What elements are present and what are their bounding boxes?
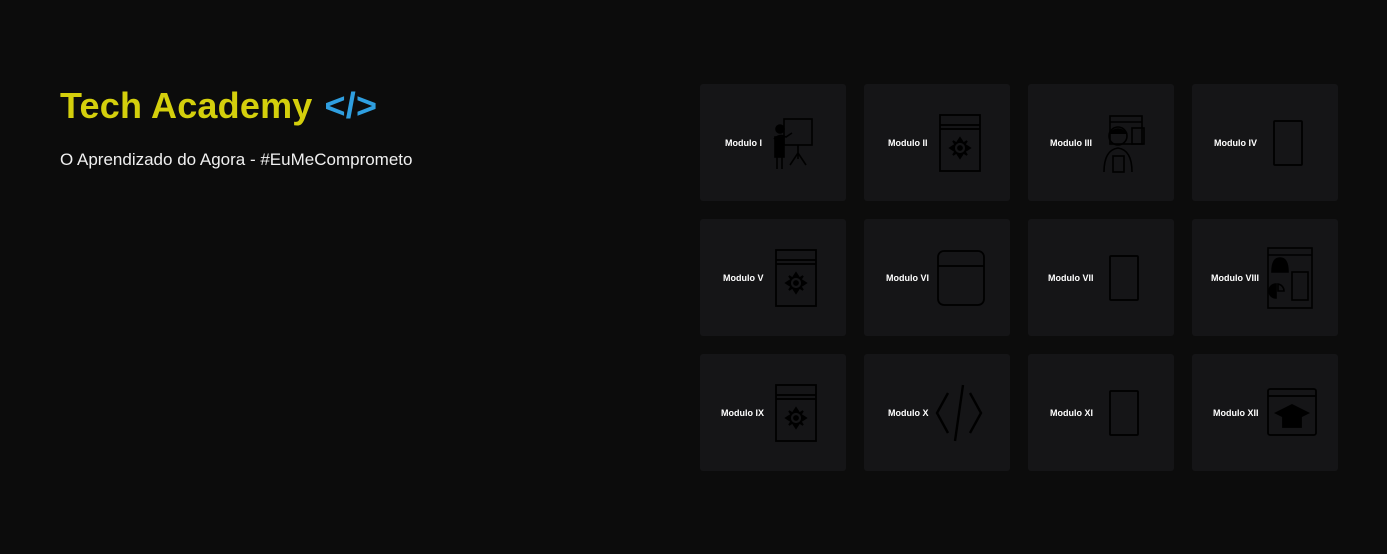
code-brackets-logo: </> bbox=[324, 85, 378, 126]
page-title: Tech Academy </> bbox=[60, 84, 412, 128]
browser-window-icon bbox=[936, 249, 986, 307]
module-label: Modulo XI bbox=[1050, 407, 1093, 418]
developer-icon bbox=[1100, 112, 1146, 174]
hero: Tech Academy </> O Aprendizado do Agora -… bbox=[60, 84, 412, 170]
gear-window-icon bbox=[774, 383, 818, 443]
module-label: Modulo V bbox=[723, 272, 764, 283]
module-card[interactable]: Modulo X bbox=[864, 354, 1010, 471]
module-grid: Modulo I Modulo II Modulo III Modulo IV Modu… bbox=[700, 84, 1338, 471]
module-label: Modulo VIII bbox=[1211, 272, 1259, 283]
gear-window-icon bbox=[938, 113, 982, 173]
module-label: Modulo VII bbox=[1048, 272, 1094, 283]
module-label: Modulo IV bbox=[1214, 137, 1257, 148]
tablet-icon bbox=[1108, 389, 1140, 437]
module-label: Modulo X bbox=[888, 407, 929, 418]
module-card[interactable]: Modulo IV bbox=[1192, 84, 1338, 201]
dashboard-window-icon bbox=[1266, 246, 1314, 310]
tablet-icon bbox=[1272, 119, 1304, 167]
module-label: Modulo III bbox=[1050, 137, 1092, 148]
module-card[interactable]: Modulo XII bbox=[1192, 354, 1338, 471]
module-card[interactable]: Modulo XI bbox=[1028, 354, 1174, 471]
module-label: Modulo VI bbox=[886, 272, 929, 283]
tablet-icon bbox=[1108, 254, 1140, 302]
module-card[interactable]: Modulo V bbox=[700, 219, 846, 336]
module-label: Modulo XII bbox=[1213, 407, 1259, 418]
gear-window-icon bbox=[774, 248, 818, 308]
page: Tech Academy </> O Aprendizado do Agora -… bbox=[0, 0, 1387, 554]
module-card[interactable]: Modulo VI bbox=[864, 219, 1010, 336]
module-label: Modulo II bbox=[888, 137, 928, 148]
module-label: Modulo I bbox=[725, 137, 762, 148]
module-label: Modulo IX bbox=[721, 407, 764, 418]
module-card[interactable]: Modulo II bbox=[864, 84, 1010, 201]
module-card[interactable]: Modulo III bbox=[1028, 84, 1174, 201]
title-text: Tech Academy bbox=[60, 85, 313, 126]
code-brackets-icon bbox=[934, 381, 984, 445]
module-card[interactable]: Modulo I bbox=[700, 84, 846, 201]
graduation-screen-icon bbox=[1266, 387, 1318, 439]
module-card[interactable]: Modulo VIII bbox=[1192, 219, 1338, 336]
module-card[interactable]: Modulo VII bbox=[1028, 219, 1174, 336]
tagline: O Aprendizado do Agora - #EuMeComprometo bbox=[60, 150, 413, 169]
presenter-icon bbox=[772, 115, 816, 171]
module-card[interactable]: Modulo IX bbox=[700, 354, 846, 471]
